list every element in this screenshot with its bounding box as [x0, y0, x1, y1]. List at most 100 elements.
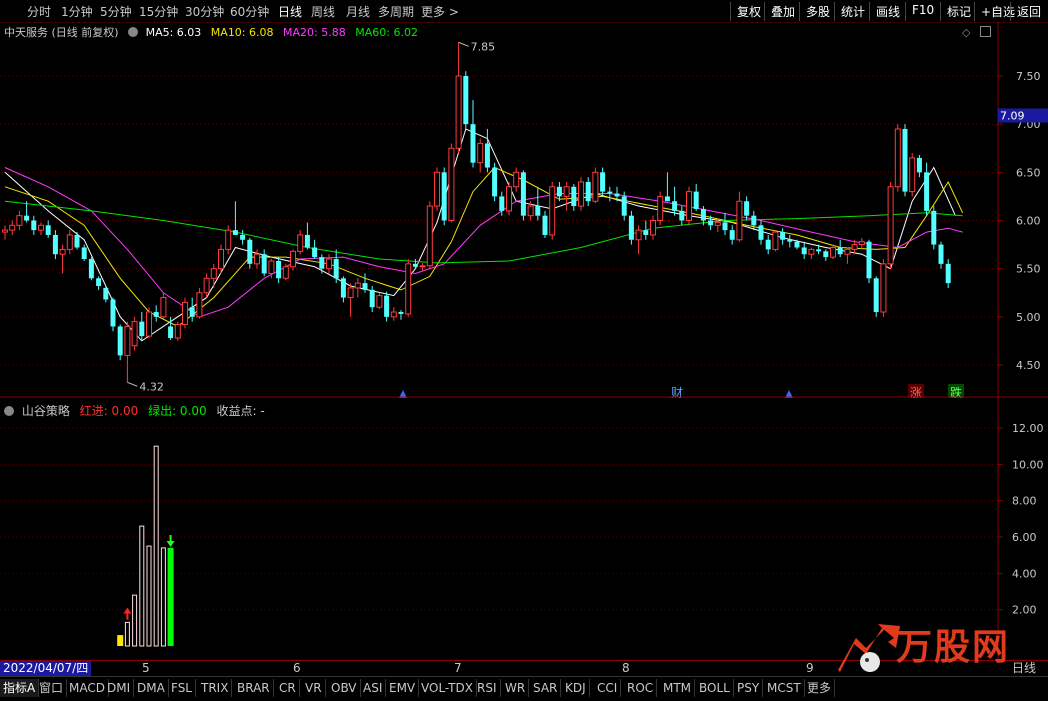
period-tab[interactable]: 周线	[311, 3, 335, 20]
candle[interactable]	[506, 181, 512, 216]
candle[interactable]	[492, 162, 498, 202]
candle[interactable]	[765, 234, 771, 255]
indicator-tab[interactable]: TRIX	[198, 679, 233, 697]
candle[interactable]	[736, 191, 743, 242]
candle[interactable]	[31, 215, 37, 235]
candle[interactable]	[189, 297, 195, 322]
period-tab[interactable]: 更多 >	[421, 3, 459, 20]
candle[interactable]	[664, 172, 670, 202]
candle[interactable]	[578, 177, 584, 211]
candle[interactable]	[210, 263, 217, 288]
candle[interactable]	[196, 287, 203, 319]
indicator-tab[interactable]: VOL-TDX	[418, 679, 477, 697]
candle[interactable]	[376, 292, 383, 310]
indicator-tab[interactable]: EMV	[386, 679, 420, 697]
candle[interactable]	[390, 307, 397, 321]
candle[interactable]	[340, 276, 346, 303]
candle[interactable]	[455, 42, 462, 154]
period-tab[interactable]: 15分钟	[139, 3, 178, 20]
limit-down-mark[interactable]: 跌	[950, 385, 962, 398]
candle[interactable]	[426, 201, 433, 269]
candle[interactable]	[808, 247, 815, 260]
candle[interactable]	[880, 259, 887, 317]
candle[interactable]	[412, 259, 418, 269]
indicator-tab[interactable]: 指标A	[0, 679, 40, 697]
period-tab[interactable]: 30分钟	[185, 3, 224, 20]
candle[interactable]	[866, 239, 872, 284]
candle[interactable]	[679, 206, 685, 226]
candle[interactable]	[282, 263, 289, 281]
candle[interactable]	[276, 257, 282, 284]
candle[interactable]	[887, 181, 894, 269]
indicator-tab[interactable]: 更多	[804, 679, 836, 697]
candle[interactable]	[153, 305, 159, 322]
candle[interactable]	[52, 230, 58, 260]
candle[interactable]	[463, 71, 469, 129]
candle[interactable]	[110, 297, 116, 332]
indicator-tab[interactable]: MCST	[764, 679, 805, 697]
indicator-tab[interactable]: CR	[276, 679, 300, 697]
candle[interactable]	[160, 292, 167, 319]
period-tab[interactable]: 5分钟	[100, 3, 132, 20]
candle[interactable]	[722, 212, 728, 235]
toolbar-button[interactable]: 返回	[1010, 2, 1045, 21]
candle[interactable]	[225, 225, 232, 255]
candle[interactable]	[297, 230, 304, 255]
toolbar-button[interactable]: 叠加	[764, 2, 799, 21]
candle[interactable]	[45, 220, 51, 238]
toolbar-button[interactable]: 多股	[799, 2, 834, 21]
candle[interactable]	[24, 201, 30, 223]
candle[interactable]	[830, 244, 836, 260]
candle[interactable]	[780, 228, 786, 245]
candle[interactable]	[319, 254, 325, 274]
candle[interactable]	[261, 249, 267, 277]
period-tab[interactable]: 1分钟	[61, 3, 93, 20]
candle[interactable]	[16, 210, 23, 231]
candle[interactable]	[938, 241, 944, 269]
indicator-tab[interactable]: BRAR	[234, 679, 274, 697]
candle[interactable]	[628, 210, 634, 245]
candle[interactable]	[247, 237, 253, 269]
candle[interactable]	[693, 183, 699, 211]
candle[interactable]	[650, 215, 656, 240]
candle[interactable]	[88, 257, 94, 281]
candle[interactable]	[909, 153, 916, 197]
candle[interactable]	[405, 259, 412, 317]
candle[interactable]	[894, 124, 901, 192]
candle[interactable]	[304, 222, 310, 250]
candle[interactable]	[81, 244, 87, 261]
candle[interactable]	[347, 283, 354, 317]
candle[interactable]	[362, 273, 368, 293]
indicator-tab[interactable]: RSI	[474, 679, 501, 697]
candle[interactable]	[477, 138, 484, 173]
period-tab[interactable]: 多周期	[378, 3, 414, 20]
indicator-tab[interactable]: FSL	[168, 679, 196, 697]
candle[interactable]	[635, 225, 642, 255]
indicator-tab[interactable]: SAR	[530, 679, 562, 697]
candle[interactable]	[182, 297, 188, 329]
candle[interactable]	[103, 286, 109, 303]
indicator-tab[interactable]: KDJ	[562, 679, 590, 697]
period-tab[interactable]: 分时	[27, 3, 51, 20]
finance-event-mark[interactable]: 财	[671, 386, 683, 398]
indicator-tab[interactable]: MTM	[660, 679, 696, 697]
candle[interactable]	[542, 210, 548, 238]
candle[interactable]	[592, 167, 599, 204]
indicator-tab[interactable]: VR	[302, 679, 326, 697]
candle[interactable]	[844, 247, 851, 264]
candle[interactable]	[96, 276, 102, 290]
candle[interactable]	[657, 191, 664, 226]
period-tab[interactable]: 月线	[346, 3, 370, 20]
indicator-tab[interactable]: 窗口	[36, 679, 68, 697]
candle[interactable]	[9, 220, 16, 235]
candle[interactable]	[924, 162, 930, 216]
candle[interactable]	[837, 239, 843, 258]
candle[interactable]	[419, 262, 426, 271]
candle[interactable]	[484, 128, 490, 173]
candle[interactable]	[772, 230, 779, 252]
candle[interactable]	[643, 220, 649, 240]
candle[interactable]	[131, 316, 138, 351]
candle[interactable]	[931, 206, 937, 250]
candle[interactable]	[333, 249, 339, 284]
candle[interactable]	[571, 183, 577, 211]
